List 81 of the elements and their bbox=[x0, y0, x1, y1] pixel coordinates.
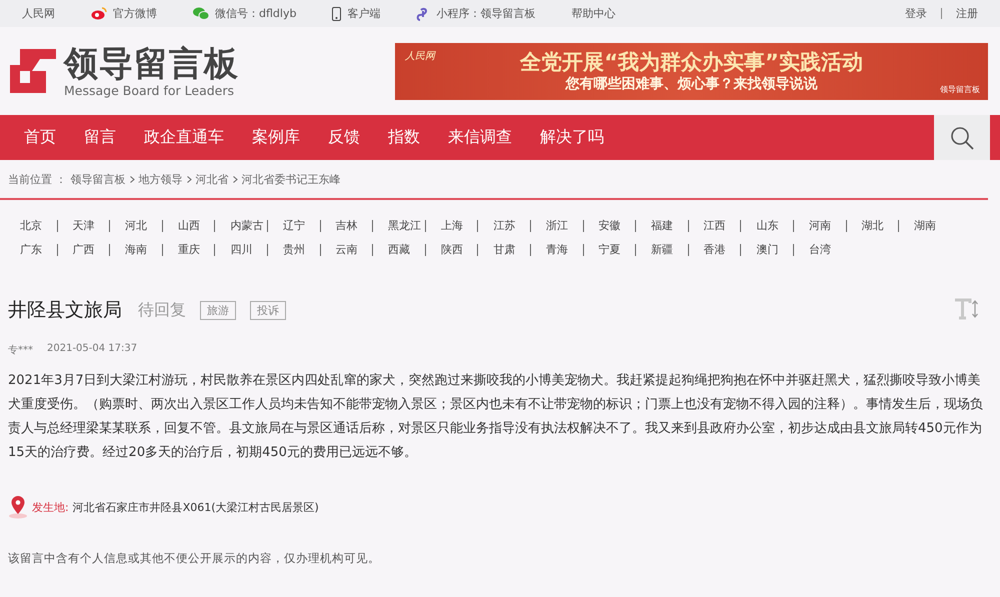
province-link[interactable]: 北京 bbox=[20, 218, 42, 233]
province-link[interactable]: 西藏 bbox=[388, 242, 410, 257]
top-link[interactable]: 官方微博 bbox=[91, 6, 157, 21]
province-link[interactable]: 河北 bbox=[125, 218, 148, 233]
nav-item[interactable]: 政企直通车 bbox=[130, 127, 238, 148]
chevron-icon bbox=[130, 176, 134, 182]
province-link[interactable]: 新疆 bbox=[651, 242, 674, 257]
chevron-icon bbox=[232, 176, 238, 182]
breadcrumb-link[interactable]: 领导留言板 bbox=[70, 172, 126, 186]
top-link[interactable]: 客户端 bbox=[332, 6, 380, 21]
weibo-icon bbox=[91, 7, 107, 20]
province-link[interactable]: 澳门 bbox=[756, 242, 778, 257]
province-link[interactable]: 上海 bbox=[440, 218, 463, 233]
province-link[interactable]: 湖北 bbox=[862, 218, 884, 233]
nav-item[interactable]: 留言 bbox=[70, 127, 130, 148]
logo-icon bbox=[10, 49, 56, 93]
campaign-banner[interactable]: 人民网 全党开展“我为群众办实事”实践活动 您有哪些困难事、烦心事？来找领导说说 领导留言板 bbox=[395, 42, 988, 100]
top-link[interactable]: 帮助中心 bbox=[571, 6, 616, 21]
province-link[interactable]: 贵州 bbox=[282, 242, 305, 257]
breadcrumb-link[interactable]: 地方领导 bbox=[138, 172, 182, 186]
province-link[interactable]: 广西 bbox=[72, 242, 95, 257]
nav-item[interactable]: 首页 bbox=[10, 127, 70, 148]
nav-item[interactable]: 反馈 bbox=[314, 127, 374, 148]
chevron-icon bbox=[186, 176, 192, 182]
logo-subtitle: Message Board for Leaders bbox=[64, 82, 236, 98]
search-icon bbox=[949, 124, 975, 150]
nav-item[interactable]: 解决了吗 bbox=[526, 127, 618, 148]
post-time: 2021-05-04 17:37 bbox=[47, 343, 138, 356]
province-link[interactable]: 山东 bbox=[756, 218, 778, 233]
location-pin-icon bbox=[8, 495, 28, 519]
province-link[interactable]: 天津 bbox=[72, 218, 95, 233]
province-link[interactable]: 山西 bbox=[178, 218, 200, 233]
province-link[interactable]: 广东 bbox=[20, 242, 42, 257]
wechat-icon bbox=[193, 7, 209, 20]
breadcrumb-link[interactable]: 河北省委书记王东峰 bbox=[242, 172, 340, 186]
province-link[interactable]: 重庆 bbox=[178, 242, 200, 257]
top-link[interactable]: 小程序：领导留言板 bbox=[416, 6, 536, 21]
province-link[interactable]: 台湾 bbox=[808, 242, 831, 257]
province-link[interactable]: 黑龙江 bbox=[388, 218, 422, 233]
province-link[interactable]: 湖南 bbox=[914, 218, 936, 233]
nav-item[interactable]: 指数 bbox=[374, 127, 434, 148]
province-link[interactable]: 甘肃 bbox=[493, 242, 516, 257]
font-size-button[interactable] bbox=[954, 298, 980, 322]
author-name: 专*** bbox=[8, 344, 33, 357]
message-body: 2021年3月7日到大梁江村游玩，村民散养在景区内四处乱窜的家犬，突然跑过来撕咬我的小博美宠物犬。我赶紧提起狗绳把狗抱在怀中并驱赶黑犬，猛烈撕咬导致小博美犬重度受伤。（购票时、两次出入景区工作人员均未告知不能带宠物入景区；景区内也未有不让带宠物的标识；门票上也没有宠物不得入园的注释）。事情发生后，现场负责人与总经理梁某某联系，回复不管。县文旅局在与景区通话后称，对景区只能业务指导没有执法权解决不了。我又来到县政府办公室，初步达成由县文旅局转450元作为15天的治疗费。经过20多天的治疗后，初期450元的费用已远远不够。 bbox=[8, 372, 984, 462]
province-link[interactable]: 香港 bbox=[704, 242, 726, 257]
province-link[interactable]: 宁夏 bbox=[598, 242, 621, 257]
province-link[interactable]: 安徽 bbox=[598, 218, 621, 233]
province-link[interactable]: 福建 bbox=[651, 218, 674, 233]
province-link[interactable]: 内蒙古 bbox=[230, 218, 264, 233]
breadcrumb-label: 当前位置 ： bbox=[8, 172, 66, 186]
province-link[interactable]: 江西 bbox=[704, 218, 726, 233]
account-link[interactable]: 登录 bbox=[905, 6, 927, 21]
nav-item[interactable]: 案例库 bbox=[238, 127, 314, 148]
nav-item[interactable]: 来信调查 bbox=[434, 127, 526, 148]
breadcrumb-link[interactable]: 河北省 bbox=[196, 172, 228, 186]
province-link[interactable]: 浙江 bbox=[546, 218, 568, 233]
phone-icon bbox=[332, 6, 342, 20]
banner-title: 全党开展“我为群众办实事”实践活动 bbox=[520, 50, 863, 74]
province-link[interactable]: 四川 bbox=[230, 242, 252, 257]
search-button[interactable] bbox=[934, 115, 990, 160]
privacy-notice: 该留言中含有个人信息或其他不便公开展示的内容，仅办理机构可见。 bbox=[8, 551, 381, 566]
province-link[interactable]: 海南 bbox=[125, 242, 148, 257]
banner-source: 人民网 bbox=[405, 50, 435, 62]
province-link[interactable]: 辽宁 bbox=[282, 218, 305, 233]
banner-subtitle: 您有哪些困难事、烦心事？来找领导说说 bbox=[566, 74, 818, 92]
top-link[interactable]: 微信号：dfldlyb bbox=[193, 6, 296, 21]
province-link[interactable]: 青海 bbox=[546, 242, 568, 257]
province-link[interactable]: 云南 bbox=[336, 242, 358, 257]
location-text: 河北省石家庄市井陉县X061(大梁江村古民居景区) bbox=[72, 500, 319, 514]
province-link[interactable]: 吉林 bbox=[336, 218, 358, 233]
province-link[interactable]: 陕西 bbox=[440, 242, 463, 257]
location-label: 发生地: bbox=[32, 500, 69, 514]
province-link[interactable]: 江苏 bbox=[493, 218, 516, 233]
province-link[interactable]: 河南 bbox=[808, 218, 831, 233]
banner-logo-text: 领导留言板 bbox=[940, 84, 980, 94]
reply-status: 待回复 bbox=[138, 300, 186, 320]
top-link[interactable]: 人民网 bbox=[22, 6, 55, 21]
logo-title: 领导留言板 bbox=[64, 44, 239, 82]
message-title: 井陉县文旅局 bbox=[8, 298, 122, 323]
account-link[interactable]: 注册 bbox=[956, 6, 978, 21]
